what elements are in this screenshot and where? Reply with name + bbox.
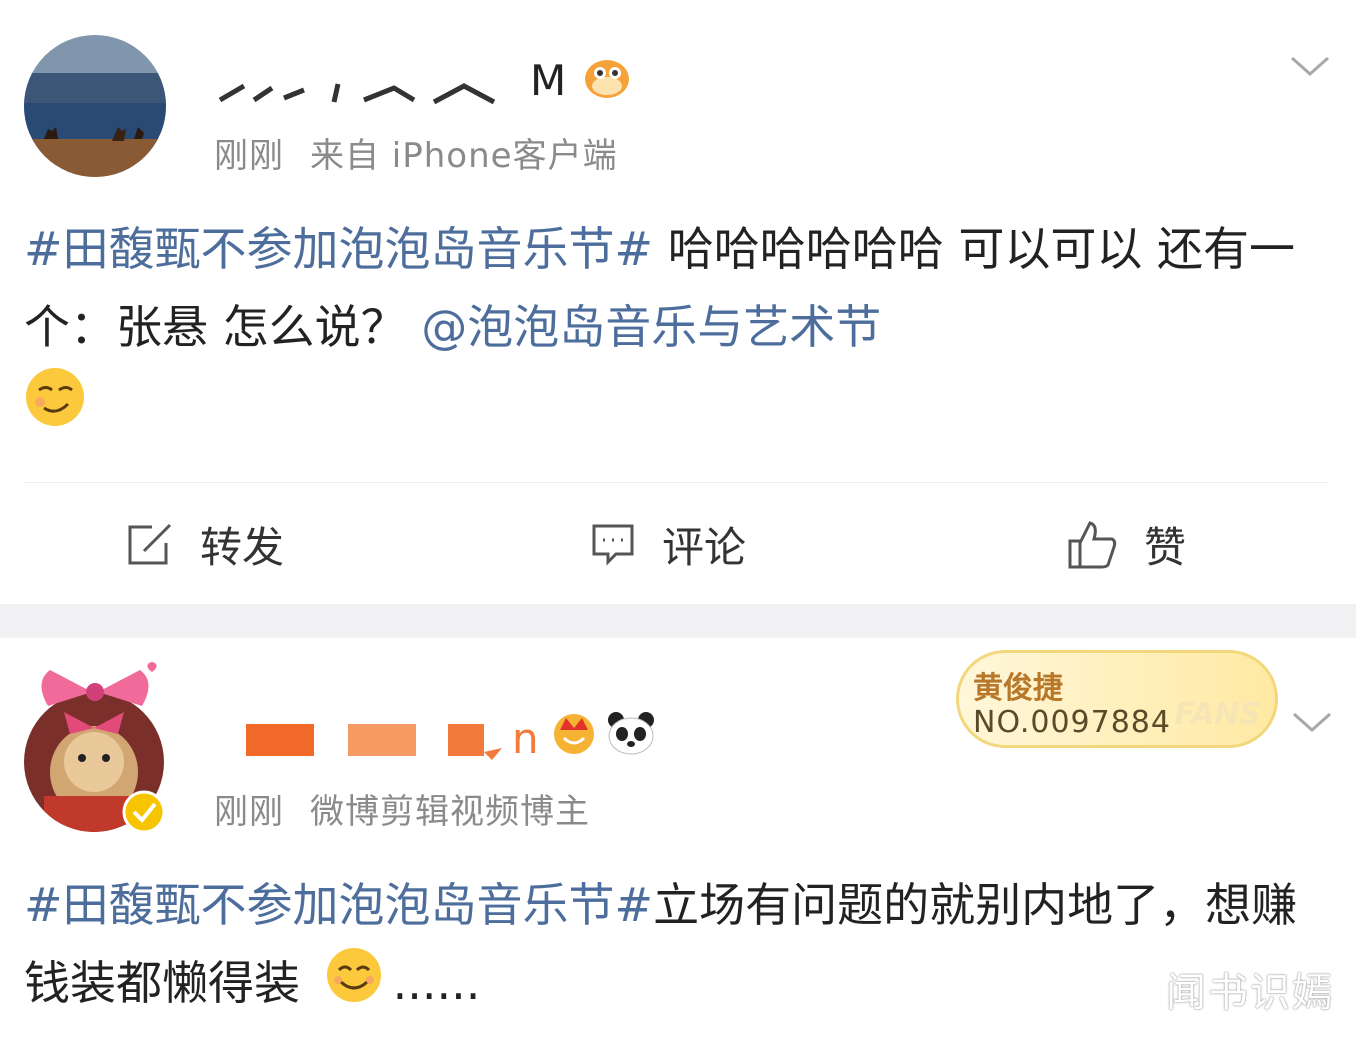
pufferfish-badge-icon (582, 56, 632, 100)
username-blur (214, 78, 514, 112)
repost-button[interactable]: 转发 (126, 514, 284, 575)
weibo-post-1: M 刚刚 来自 iPhone客户端 #田馥甄不参加泡泡岛音乐节# 哈哈哈哈哈哈 可… (0, 0, 1356, 604)
verified-badge-icon (122, 790, 166, 834)
post-time: 刚刚 (214, 136, 284, 176)
fan-badge-label: FANS (1174, 697, 1261, 732)
fan-badge[interactable]: 黄俊捷 NO.0097884 FANS (956, 650, 1278, 748)
comment-label: 评论 (662, 523, 747, 572)
post-source: 微博剪辑视频博主 (310, 792, 590, 832)
hashtag-link[interactable]: #田馥甄不参加泡泡岛音乐节# (24, 878, 653, 932)
comment-icon (592, 524, 634, 566)
smile-emoji-icon (325, 946, 383, 1027)
username[interactable]: M (530, 56, 567, 105)
mention-link[interactable]: @泡泡岛音乐与艺术节 (421, 300, 881, 354)
ellipsis-text: ...... (392, 956, 481, 1010)
divider (24, 482, 1328, 483)
username-blur (246, 722, 506, 762)
chevron-down-icon[interactable] (1288, 54, 1332, 78)
fan-badge-name: 黄俊捷 (973, 671, 1063, 706)
bow-icon (30, 662, 160, 718)
post-meta: 刚刚 微博剪辑视频博主 (214, 784, 616, 833)
post-source: 来自 iPhone客户端 (310, 136, 618, 176)
repost-icon (128, 523, 172, 564)
post-content: #田馥甄不参加泡泡岛音乐节# 哈哈哈哈哈哈 可以可以 还有一个：张悬 怎么说？ … (24, 210, 1314, 451)
comment-button[interactable]: 评论 (590, 514, 746, 575)
like-button[interactable]: 赞 (1066, 514, 1186, 575)
hashtag-link[interactable]: #田馥甄不参加泡泡岛音乐节# (24, 222, 653, 276)
watermark: 闻书识嫣 (1166, 970, 1334, 1016)
crown-badge-icon (550, 708, 598, 756)
post-meta: 刚刚 来自 iPhone客户端 (214, 128, 644, 177)
fan-badge-number: NO.0097884 (973, 705, 1171, 740)
weibo-post-2: n 黄俊捷 NO.0097884 FANS 刚刚 微博剪辑视频博主 #田馥甄不参加… (0, 638, 1356, 1046)
like-label: 赞 (1144, 523, 1187, 572)
post-separator (0, 604, 1356, 638)
post-content: #田馥甄不参加泡泡岛音乐节#立场有问题的就别内地了，想赚钱装都懒得装 .....… (24, 866, 1314, 1027)
post-time: 刚刚 (214, 792, 284, 832)
panda-icon (606, 710, 656, 756)
thumbs-up-icon (1068, 520, 1117, 568)
repost-label: 转发 (200, 523, 285, 572)
username[interactable]: n (512, 714, 540, 763)
chevron-down-icon[interactable] (1290, 710, 1334, 734)
smirk-emoji-icon (24, 366, 86, 451)
avatar[interactable] (24, 35, 166, 177)
